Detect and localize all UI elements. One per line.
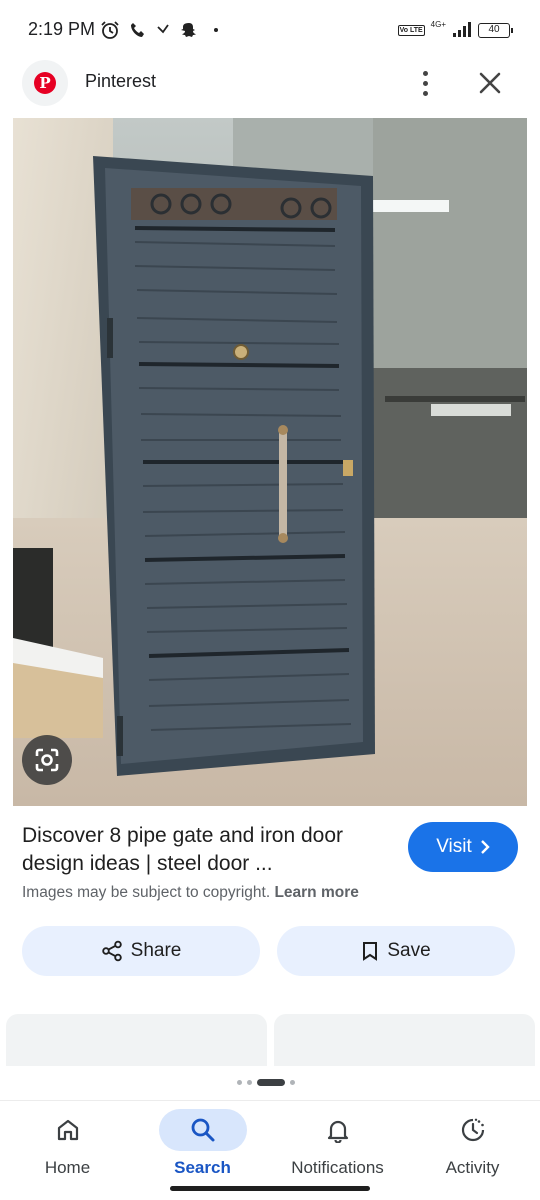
nav-home[interactable]: Home <box>0 1101 135 1200</box>
notification-icons <box>100 18 218 42</box>
home-icon-wrap <box>24 1109 112 1151</box>
visit-label: Visit <box>436 836 472 857</box>
result-image[interactable] <box>13 118 527 806</box>
pinterest-logo-mark: P <box>34 72 56 94</box>
phone-call-icon <box>131 23 144 37</box>
bookmark-icon <box>363 942 378 961</box>
more-notifications-dot <box>214 28 218 32</box>
result-header: P Pinterest <box>0 58 540 108</box>
bottom-navigation: Home Search Notifications Activity <box>0 1100 540 1200</box>
save-button[interactable]: Save <box>277 926 515 976</box>
home-icon <box>57 1119 78 1141</box>
page-dot <box>290 1080 295 1085</box>
signal-icon <box>453 22 471 37</box>
lens-icon <box>35 748 59 772</box>
page-dot-active <box>257 1079 285 1086</box>
page-dot <box>247 1080 252 1085</box>
page-indicator <box>237 1079 295 1086</box>
battery-indicator: 40 <box>478 22 513 38</box>
alarm-icon <box>101 21 119 39</box>
nav-activity-label: Activity <box>445 1158 500 1177</box>
activity-icon <box>461 1118 484 1142</box>
copyright-notice: Images may be subject to copyright. Lear… <box>22 884 359 902</box>
share-icon <box>101 940 122 962</box>
bell-icon-wrap <box>294 1109 382 1151</box>
share-button[interactable]: Share <box>22 926 260 976</box>
system-icons: Vo LTE 4G+ 40 <box>397 18 513 42</box>
pinterest-logo: P <box>22 60 68 106</box>
related-card[interactable] <box>6 1014 267 1066</box>
more-vert-icon[interactable] <box>410 66 440 100</box>
search-icon <box>191 1118 214 1142</box>
status-bar: 2:19 PM Vo LTE 4G+ 40 <box>0 0 540 60</box>
snapchat-icon <box>181 23 196 37</box>
result-title: Discover 8 pipe gate and iron door desig… <box>22 824 344 875</box>
bell-icon <box>327 1120 348 1143</box>
copyright-text: Images may be subject to copyright. <box>22 884 271 901</box>
google-lens-button[interactable] <box>22 735 72 785</box>
network-type: 4G+ <box>430 19 446 29</box>
missed-call-icon <box>157 24 169 34</box>
activity-icon-wrap <box>429 1109 517 1151</box>
page-dot <box>237 1080 242 1085</box>
learn-more-link[interactable]: Learn more <box>274 884 358 901</box>
nav-search-label: Search <box>174 1158 231 1177</box>
site-name[interactable]: Pinterest <box>85 71 156 92</box>
close-icon[interactable] <box>474 66 506 100</box>
related-card[interactable] <box>274 1014 535 1066</box>
nav-notifications-label: Notifications <box>291 1158 384 1177</box>
steel-door-photo <box>13 118 527 806</box>
nav-activity[interactable]: Activity <box>405 1101 540 1200</box>
share-label: Share <box>130 940 182 961</box>
gesture-bar <box>170 1186 370 1191</box>
nav-home-label: Home <box>44 1158 91 1177</box>
save-label: Save <box>387 940 431 961</box>
chevron-right-icon <box>480 840 490 854</box>
volte-badge: Vo LTE <box>397 24 425 36</box>
visit-button[interactable]: Visit <box>408 822 518 872</box>
status-time: 2:19 PM <box>28 19 96 39</box>
search-icon-wrap <box>158 1109 247 1151</box>
